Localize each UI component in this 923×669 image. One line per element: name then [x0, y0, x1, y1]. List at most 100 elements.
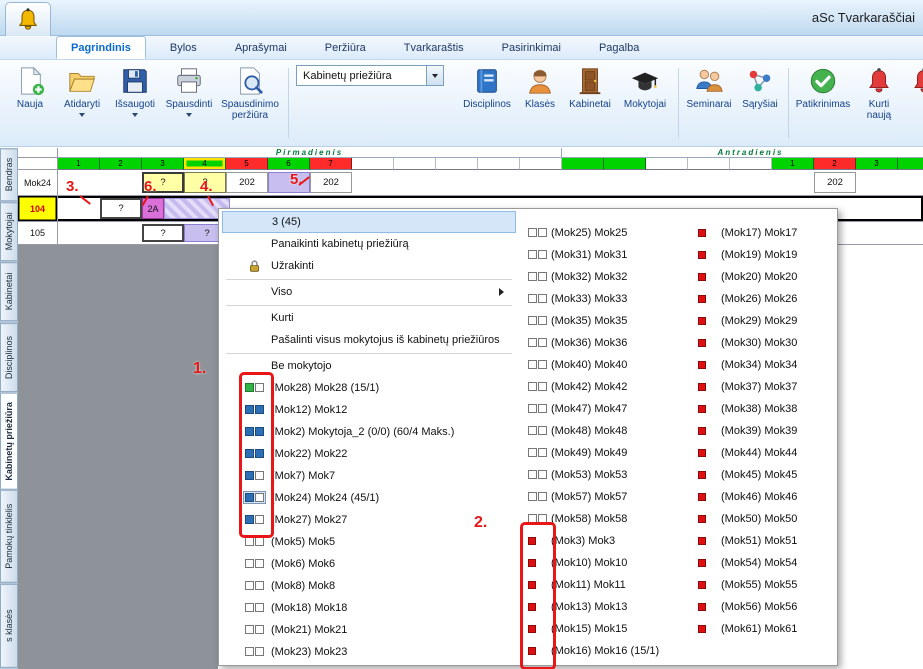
menu-teacher-item[interactable]: (Mok40) Mok40 [519, 354, 689, 376]
period-header-cell[interactable]: 4 [184, 158, 226, 170]
period-header-cell[interactable] [604, 158, 646, 170]
menu-teacher-item[interactable]: (Mok47) Mok47 [519, 398, 689, 420]
menu-teacher-item[interactable]: (Mok48) Mok48 [519, 420, 689, 442]
view-tab[interactable]: Disciplinos [0, 323, 18, 392]
period-header-cell[interactable]: 1 [772, 158, 814, 170]
menu-teacher-item[interactable]: (Mok38) Mok38 [689, 398, 837, 420]
period-header-cell[interactable]: 3 [856, 158, 898, 170]
subjects-button[interactable]: Disciplinos [458, 65, 516, 110]
menu-teacher-item[interactable]: (Mok36) Mok36 [519, 332, 689, 354]
ribbon-tab[interactable]: Pagalba [585, 36, 653, 59]
period-header-cell[interactable]: 7 [310, 158, 352, 170]
menu-teacher-item[interactable]: (Mok45) Mok45 [689, 464, 837, 486]
menu-teacher-item[interactable]: (Mok29) Mok29 [689, 310, 837, 332]
context-menu-item[interactable]: Panaikinti kabinetų priežiūrą [222, 233, 516, 255]
app-menu-button[interactable] [5, 2, 51, 37]
context-menu-item[interactable]: Pašalinti visus mokytojus iš kabinetų pr… [222, 329, 516, 351]
menu-teacher-item[interactable]: (Mok32) Mok32 [519, 266, 689, 288]
dropdown-arrow-icon[interactable] [132, 113, 138, 117]
menu-teacher-item[interactable]: (Mok44) Mok44 [689, 442, 837, 464]
period-header-cell[interactable]: 5 [226, 158, 268, 170]
period-header-cell[interactable]: 2 [814, 158, 856, 170]
seminars-button[interactable]: Seminarai [684, 65, 734, 110]
menu-teacher-item[interactable]: (Mok8) Mok8 [222, 575, 518, 597]
menu-teacher-item[interactable]: (Mok34) Mok34 [689, 354, 837, 376]
open-button[interactable]: Atidaryti [56, 65, 108, 117]
menu-teacher-item[interactable]: (Mok39) Mok39 [689, 420, 837, 442]
period-header-cell[interactable] [646, 158, 688, 170]
ribbon-tab[interactable]: Aprašymai [221, 36, 301, 59]
context-menu-item[interactable]: Kurti [222, 307, 516, 329]
ribbon-tab[interactable]: Pasirinkimai [488, 36, 575, 59]
menu-teacher-item[interactable]: (Mok20) Mok20 [689, 266, 837, 288]
menu-teacher-item[interactable]: (Mok25) Mok25 [519, 222, 689, 244]
lesson-cell[interactable]: ? [142, 224, 184, 242]
row-label[interactable]: 105 [18, 222, 58, 244]
classrooms-button[interactable]: Kabinetai [564, 65, 616, 110]
period-header-cell[interactable]: 1 [58, 158, 100, 170]
menu-teacher-item[interactable]: (Mok6) Mok6 [222, 553, 518, 575]
period-header-cell[interactable]: 3 [142, 158, 184, 170]
ribbon-tab[interactable]: Pagrindinis [56, 36, 146, 59]
view-tab[interactable]: Kabinetų priežiūra [0, 393, 18, 490]
view-tab[interactable]: s klasės [0, 584, 18, 668]
day-header-cell[interactable]: Antradienis [562, 148, 923, 158]
row-label-selected[interactable]: 104 [18, 196, 58, 221]
relations-button[interactable]: Sąryšiai [736, 65, 784, 110]
combobox-dropdown-button[interactable] [426, 66, 443, 85]
view-combobox[interactable]: Kabinetų priežiūra [296, 65, 444, 86]
menu-teacher-item[interactable]: (Mok54) Mok54 [689, 552, 837, 574]
room-cell[interactable]: 202 [310, 172, 352, 193]
menu-teacher-item[interactable]: (Mok56) Mok56 [689, 596, 837, 618]
menu-teacher-item[interactable]: (Mok26) Mok26 [689, 288, 837, 310]
save-button[interactable]: Išsaugoti [110, 65, 160, 117]
period-header-cell[interactable] [436, 158, 478, 170]
new-button[interactable]: Nauja [6, 65, 54, 110]
ribbon-tab[interactable]: Tvarkaraštis [390, 36, 478, 59]
menu-teacher-item[interactable]: (Mok21) Mok21 [222, 619, 518, 641]
menu-teacher-item[interactable]: (Mok57) Mok57 [519, 486, 689, 508]
menu-teacher-item[interactable]: (Mok55) Mok55 [689, 574, 837, 596]
check-button[interactable]: Patikrinimas [792, 65, 854, 110]
menu-teacher-item[interactable]: (Mok30) Mok30 [689, 332, 837, 354]
generate-new-button[interactable]: Kurti naują [856, 65, 902, 121]
menu-teacher-item[interactable]: (Mok53) Mok53 [519, 464, 689, 486]
menu-teacher-item[interactable]: (Mok19) Mok19 [689, 244, 837, 266]
menu-teacher-item[interactable]: (Mok23) Mok23 [222, 641, 518, 663]
menu-teacher-item[interactable]: (Mok17) Mok17 [689, 222, 837, 244]
period-header-cell[interactable]: 2 [100, 158, 142, 170]
view-tab[interactable]: Mokytojai [0, 202, 18, 261]
ribbon-tab[interactable]: Peržiūra [311, 36, 380, 59]
menu-teacher-item[interactable]: (Mok46) Mok46 [689, 486, 837, 508]
view-tab[interactable]: Bendras [0, 148, 18, 201]
period-header-cell[interactable] [394, 158, 436, 170]
classes-button[interactable]: Klasės [518, 65, 562, 110]
period-header-cell[interactable] [520, 158, 562, 170]
room-cell[interactable]: 202 [814, 172, 856, 193]
period-header-cell[interactable] [562, 158, 604, 170]
period-header-cell[interactable]: 6 [268, 158, 310, 170]
period-header-cell[interactable] [478, 158, 520, 170]
period-header-cell[interactable] [730, 158, 772, 170]
menu-teacher-item[interactable]: (Mok18) Mok18 [222, 597, 518, 619]
menu-teacher-item[interactable]: (Mok50) Mok50 [689, 508, 837, 530]
menu-teacher-item[interactable]: (Mok35) Mok35 [519, 310, 689, 332]
context-menu-item[interactable]: Viso [222, 281, 516, 303]
menu-teacher-item[interactable]: (Mok49) Mok49 [519, 442, 689, 464]
print-button[interactable]: Spausdinti [162, 65, 216, 117]
menu-teacher-item[interactable]: (Mok61) Mok61 [689, 618, 837, 640]
period-header-cell[interactable] [898, 158, 923, 170]
period-header-cell[interactable] [688, 158, 730, 170]
row-label[interactable]: Mok24 [18, 170, 58, 195]
view-tab[interactable]: Kabinetai [0, 262, 18, 321]
teachers-button[interactable]: Mokytojai [618, 65, 672, 110]
period-header-cell[interactable] [352, 158, 394, 170]
menu-teacher-item[interactable]: (Mok37) Mok37 [689, 376, 837, 398]
room-cell[interactable]: 202 [226, 172, 268, 193]
print-preview-button[interactable]: Spausdinimo peržiūra [218, 65, 282, 121]
menu-teacher-item[interactable]: (Mok31) Mok31 [519, 244, 689, 266]
ribbon-tab[interactable]: Bylos [156, 36, 211, 59]
dropdown-arrow-icon[interactable] [186, 113, 192, 117]
day-header-cell[interactable]: Pirmadienis [58, 148, 562, 158]
dropdown-arrow-icon[interactable] [79, 113, 85, 117]
